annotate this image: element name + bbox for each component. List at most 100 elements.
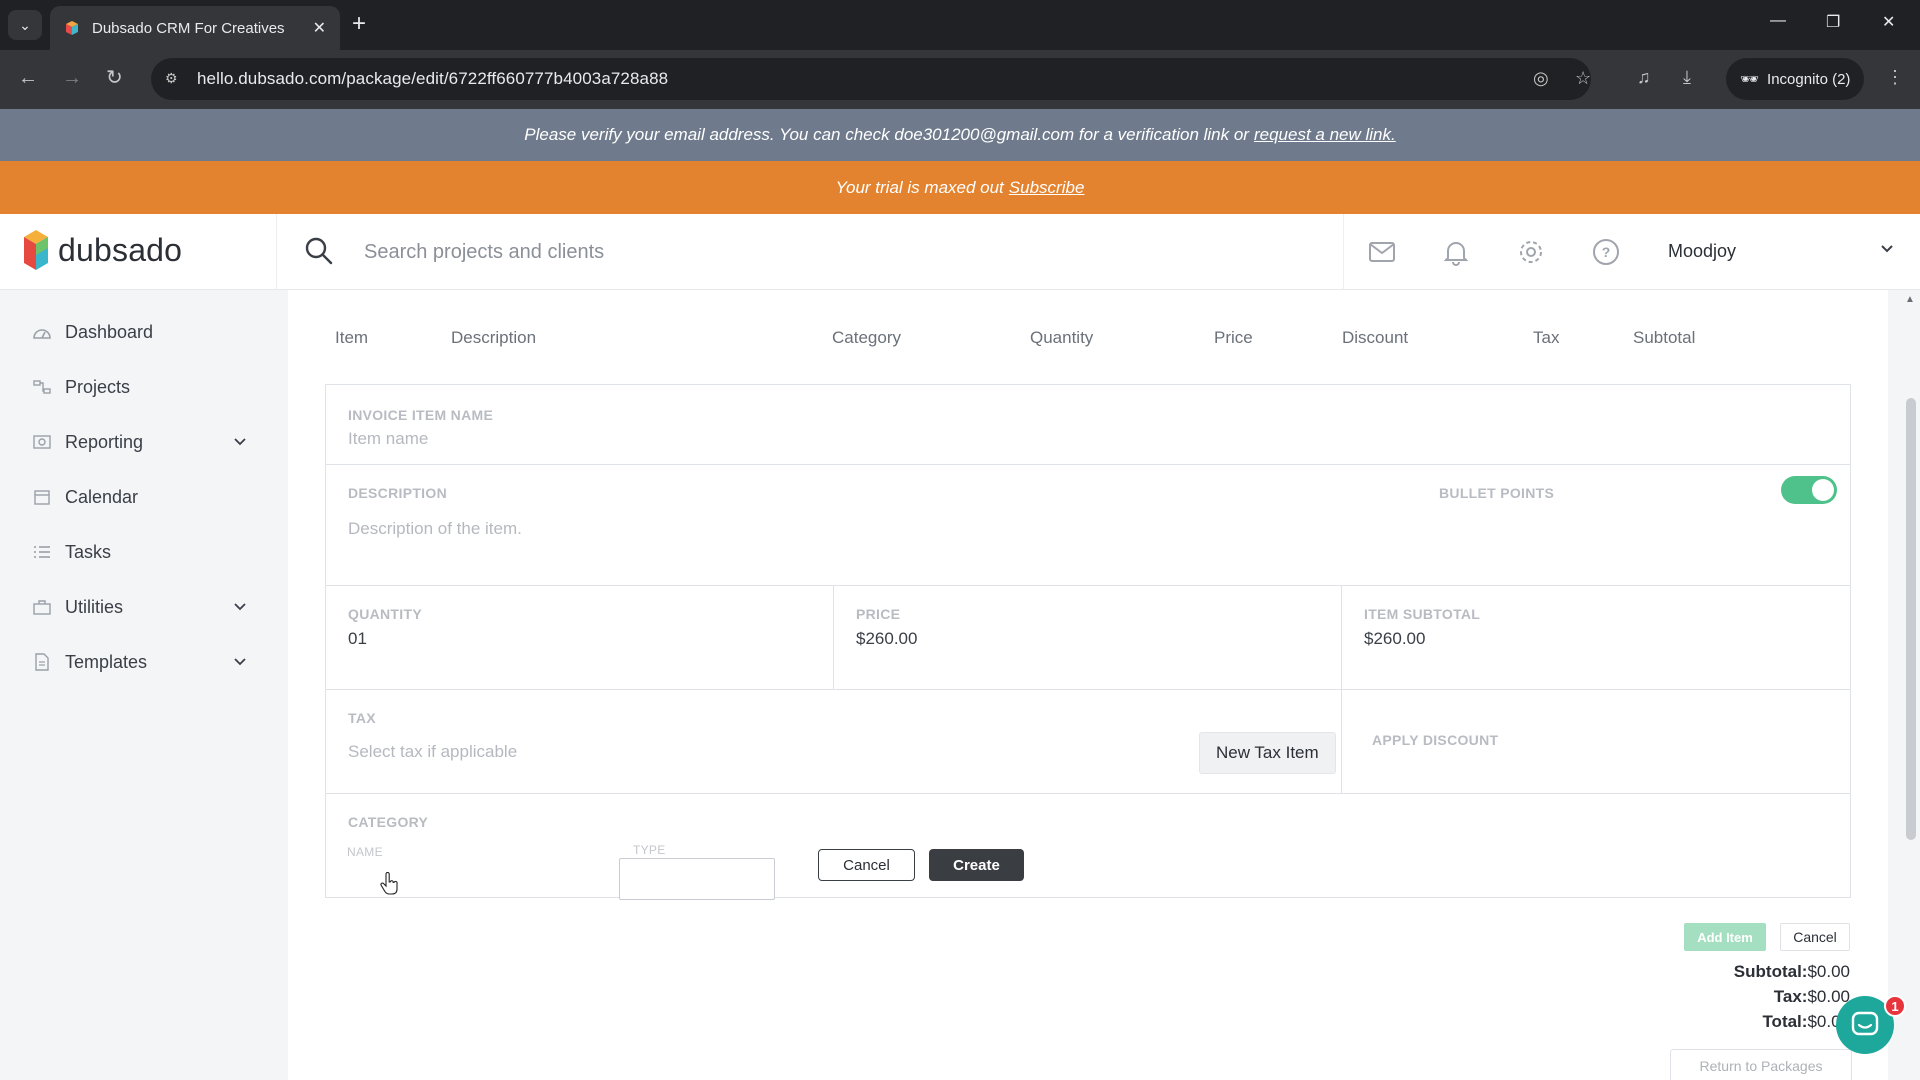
scrollbar-thumb[interactable] <box>1906 398 1916 840</box>
new-tab-icon[interactable]: + <box>352 12 366 36</box>
browser-tab[interactable]: Dubsado CRM For Creatives ✕ <box>50 6 340 50</box>
chat-icon <box>1851 1011 1879 1036</box>
column-header-description: Description <box>451 328 537 347</box>
toggle-knob <box>1812 479 1834 501</box>
search-icon[interactable] <box>304 236 334 266</box>
sidebar-item-label: Reporting <box>65 431 144 452</box>
chevron-down-icon[interactable] <box>233 435 247 449</box>
browser-toolbar: ← → ↻ ⚙ hello.dubsado.com/package/edit/6… <box>0 50 1920 109</box>
description-input[interactable] <box>348 517 1548 541</box>
app-header: dubsado ? Moodjoy <box>0 214 1920 290</box>
invoice-item-form: INVOICE ITEM NAME DESCRIPTION BULLET POI… <box>325 384 1851 900</box>
sidebar: Dashboard Projects Reporting Calendar Ta… <box>0 290 288 1080</box>
price-input[interactable]: $260.00 <box>856 629 917 649</box>
help-icon[interactable]: ? <box>1592 238 1620 266</box>
apply-discount-label[interactable]: APPLY DISCOUNT <box>1372 732 1498 748</box>
reload-icon[interactable]: ↻ <box>106 66 123 90</box>
trial-banner: Your trial is maxed out Subscribe <box>0 161 1920 214</box>
eye-off-icon[interactable]: ◎ <box>1533 68 1549 89</box>
bullet-points-label: BULLET POINTS <box>1439 485 1555 501</box>
settings-gear-icon[interactable] <box>1517 238 1545 266</box>
item-subtotal-value: $260.00 <box>1364 629 1426 648</box>
column-divider <box>1341 690 1342 794</box>
incognito-icon: 🕶 <box>1740 71 1760 88</box>
quantity-input[interactable]: 01 <box>348 629 367 649</box>
sidebar-item-templates[interactable]: Templates <box>32 647 247 677</box>
column-header-quantity: Quantity <box>1030 328 1094 347</box>
tax-select[interactable] <box>348 740 948 764</box>
download-icon[interactable]: ⤓ <box>1683 67 1691 88</box>
dubsado-logo-icon <box>24 230 48 270</box>
hand-cursor-icon <box>380 872 398 895</box>
total-label: Total: <box>1762 1012 1808 1031</box>
subtotal-label: Subtotal: <box>1733 962 1808 981</box>
column-header-discount: Discount <box>1342 328 1409 347</box>
tasks-icon <box>32 542 52 562</box>
category-cancel-button[interactable]: Cancel <box>818 849 915 881</box>
sidebar-item-projects[interactable]: Projects <box>32 372 247 402</box>
tab-close-icon[interactable]: ✕ <box>313 18 326 38</box>
pricing-row: QUANTITY 01 PRICE $260.00 ITEM SUBTOTAL … <box>326 586 1850 690</box>
category-create-button[interactable]: Create <box>929 849 1024 881</box>
star-icon[interactable]: ☆ <box>1575 68 1591 89</box>
forward-icon[interactable]: → <box>62 66 82 90</box>
sidebar-item-calendar[interactable]: Calendar <box>32 482 247 512</box>
incognito-label: Incognito (2) <box>1767 70 1851 88</box>
cancel-item-button[interactable]: Cancel <box>1780 923 1850 951</box>
sidebar-item-label: Dashboard <box>65 321 154 342</box>
site-info-icon[interactable]: ⚙ <box>165 70 178 87</box>
back-icon[interactable]: ← <box>18 66 38 90</box>
close-window-icon[interactable]: ✕ <box>1882 12 1895 32</box>
incognito-button[interactable]: 🕶 Incognito (2) <box>1726 58 1865 100</box>
sidebar-item-label: Tasks <box>65 541 112 562</box>
subtotal-line: Subtotal:$0.00 <box>1734 962 1850 982</box>
media-icon[interactable]: ♫ <box>1637 67 1651 88</box>
header-divider <box>276 214 277 290</box>
verify-text: Please verify your email address. You ca… <box>524 125 1249 144</box>
search-input[interactable] <box>364 234 1264 270</box>
item-name-input[interactable] <box>348 427 1548 451</box>
sidebar-item-utilities[interactable]: Utilities <box>32 592 247 622</box>
bell-icon[interactable] <box>1442 238 1470 266</box>
scroll-up-arrow-icon[interactable]: ▲ <box>1905 294 1915 305</box>
bullet-points-toggle[interactable] <box>1781 476 1837 504</box>
address-bar[interactable]: ⚙ hello.dubsado.com/package/edit/6722ff6… <box>151 58 1591 100</box>
browser-tab-bar: ⌄ Dubsado CRM For Creatives ✕ + — ❐ ✕ <box>0 0 1920 50</box>
logo[interactable]: dubsado <box>22 228 182 272</box>
category-label: CATEGORY <box>348 814 429 830</box>
item-name-row: INVOICE ITEM NAME <box>326 385 1850 465</box>
item-subtotal-label: ITEM SUBTOTAL <box>1364 606 1481 622</box>
tax-total-label: Tax: <box>1773 987 1808 1006</box>
logo-text: dubsado <box>58 231 183 268</box>
add-item-button[interactable]: Add Item <box>1684 923 1766 951</box>
chevron-down-icon[interactable] <box>233 655 247 669</box>
sidebar-item-reporting[interactable]: Reporting <box>32 427 247 457</box>
user-menu-name[interactable]: Moodjoy <box>1668 241 1736 262</box>
column-header-category: Category <box>832 328 901 347</box>
dubsado-favicon-icon <box>66 21 78 35</box>
mail-icon[interactable] <box>1368 238 1396 266</box>
category-type-input[interactable] <box>619 858 775 900</box>
package-editor: Item Description Category Quantity Price… <box>288 290 1888 1080</box>
chevron-down-icon[interactable] <box>1880 242 1894 256</box>
more-menu-icon[interactable]: ⋮ <box>1886 67 1904 88</box>
chevron-down-icon[interactable] <box>233 600 247 614</box>
minimize-icon[interactable]: — <box>1770 12 1786 30</box>
tax-total-value: $0.00 <box>1807 987 1850 1006</box>
url-text[interactable]: hello.dubsado.com/package/edit/6722ff660… <box>197 69 668 89</box>
tax-line: Tax:$0.00 <box>1774 987 1850 1007</box>
sidebar-item-label: Utilities <box>65 596 124 617</box>
sidebar-item-dashboard[interactable]: Dashboard <box>32 317 247 347</box>
tab-search-button[interactable]: ⌄ <box>8 10 42 40</box>
subtotal-value: $0.00 <box>1807 962 1850 981</box>
sidebar-item-label: Templates <box>65 651 148 672</box>
new-tax-item-button[interactable]: New Tax Item <box>1199 732 1336 774</box>
description-label: DESCRIPTION <box>348 485 447 501</box>
category-name-label: NAME <box>347 845 383 859</box>
return-to-packages-button[interactable]: Return to Packages <box>1670 1049 1852 1080</box>
request-new-link[interactable]: request a new link. <box>1254 125 1396 145</box>
sidebar-item-tasks[interactable]: Tasks <box>32 537 247 567</box>
column-header-tax: Tax <box>1533 328 1560 347</box>
restore-icon[interactable]: ❐ <box>1826 12 1840 32</box>
subscribe-link[interactable]: Subscribe <box>1009 178 1085 198</box>
